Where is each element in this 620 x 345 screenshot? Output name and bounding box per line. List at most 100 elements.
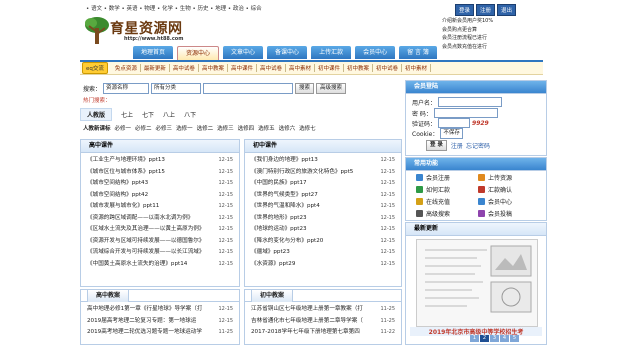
module-link[interactable]: 选修二 <box>197 124 214 132</box>
list-item[interactable]: 《地球的运动》ppt23 12-15 <box>251 224 395 236</box>
captcha-image[interactable]: 9929 <box>472 120 489 127</box>
list-item[interactable]: 《中国黄土高原水土流失的治理》ppt14 12-15 <box>87 259 233 271</box>
list-item-title[interactable]: 江苏省铜山区七年级地理上册第一章教案（打 <box>251 304 363 316</box>
list-item[interactable]: 《我们身边的地理》ppt13 12-15 <box>251 155 395 167</box>
logout-top-button[interactable]: 退出 <box>497 4 517 16</box>
list-item-title[interactable]: 《城市区位与城市体系》ppt15 <box>87 167 165 179</box>
grade-tab[interactable]: 八下 <box>184 110 196 119</box>
list-item[interactable]: 《工业生产与地理环境》ppt13 12-15 <box>87 155 233 167</box>
func-advanced-search[interactable]: 高级搜索 <box>416 209 478 218</box>
func-payment-confirm[interactable]: 汇款确认 <box>478 185 540 194</box>
module-link[interactable]: 选修一 <box>176 124 193 132</box>
list-item[interactable]: 江苏省铜山区七年级地理上册第一章教案（打 11-25 <box>251 304 395 316</box>
login-top-button[interactable]: 登录 <box>455 4 475 16</box>
list-item[interactable]: 2019高考地理二轮优选习题专题一地球运动学 11-25 <box>87 327 233 339</box>
captcha-field[interactable] <box>438 118 471 128</box>
nav-tab-geography-home[interactable]: 地理首页 <box>133 46 174 59</box>
page-button[interactable]: 1 <box>470 335 479 342</box>
edition-tab[interactable]: 人教版 <box>80 108 113 121</box>
func-upload[interactable]: 上传资源 <box>478 173 540 182</box>
panel-tab-title[interactable]: 初中教案 <box>251 289 294 302</box>
list-item[interactable]: 《中国的民族》ppt17 12-15 <box>251 178 395 190</box>
subnav-item[interactable]: 高中课件 <box>228 64 257 72</box>
list-item-title[interactable]: 《水资源》ppt29 <box>251 259 295 271</box>
module-link[interactable]: 选修六 <box>279 124 296 132</box>
subnav-item[interactable]: 初中素材 <box>402 64 432 72</box>
search-button[interactable]: 搜索 <box>295 83 315 94</box>
password-field[interactable] <box>433 108 498 118</box>
list-item[interactable]: 《降水的变化与分布》ppt20 12-15 <box>251 236 395 248</box>
list-item-title[interactable]: 《世界的地形》ppt23 <box>251 213 307 225</box>
page-button[interactable]: 5 <box>510 335 519 342</box>
list-item-title[interactable]: 2017-2018学年七年级下册地理第七章第四 <box>251 327 360 339</box>
list-item[interactable]: 2017-2018学年七年级下册地理第七章第四 11-22 <box>251 327 395 339</box>
list-item-title[interactable]: 《资源的跨区域调配——以南水北调为例》 <box>87 213 193 225</box>
register-top-button[interactable]: 注册 <box>476 4 496 16</box>
subnav-item[interactable]: 免点资源 <box>112 64 141 72</box>
forgot-password-link[interactable]: 忘记密码 <box>466 141 490 150</box>
subnav-item[interactable]: 高中素材 <box>286 64 315 72</box>
func-register[interactable]: 会员注册 <box>416 173 478 182</box>
advanced-search-button[interactable]: 高级搜索 <box>316 83 347 94</box>
list-item[interactable]: 《城市空间结构》ppt42 12-15 <box>87 190 233 202</box>
list-item-title[interactable]: 2019届高考地理二轮复习专题：第一地球运 <box>87 316 196 328</box>
panel-tab-title[interactable]: 高中教案 <box>87 289 130 302</box>
subnav-item[interactable]: 高中试卷 <box>257 64 286 72</box>
list-item[interactable]: 《城市发展与城市化》ppt11 12-15 <box>87 201 233 213</box>
subnav-item[interactable]: 初中教案 <box>344 64 374 72</box>
nav-tab-upload[interactable]: 上传汇款 <box>311 46 352 59</box>
list-item-title[interactable]: 吉林省通化市七年级地理上册第二章导学案（ <box>251 316 363 328</box>
news-item[interactable]: 介绍新会员用户奖10% <box>442 17 542 26</box>
module-link[interactable]: 必修三 <box>156 124 173 132</box>
list-item[interactable]: 吉林省通化市七年级地理上册第二章导学案（ 11-25 <box>251 316 395 328</box>
list-item-title[interactable]: 《世界的气温和降水》ppt4 <box>251 201 320 213</box>
list-item[interactable]: 《世界的地形》ppt23 12-15 <box>251 213 395 225</box>
subnav-item[interactable]: 高中试卷 <box>170 64 199 72</box>
list-item-title[interactable]: 《城市空间结构》ppt43 <box>87 178 148 190</box>
subnav-item[interactable]: 初中课件 <box>315 64 345 72</box>
module-link[interactable]: 选修四 <box>238 124 255 132</box>
edition-new-label[interactable]: 人教新课标 <box>83 124 111 132</box>
username-field[interactable] <box>438 97 503 107</box>
subnav-item[interactable]: 初中试卷 <box>373 64 403 72</box>
list-item-title[interactable]: 《降水的变化与分布》ppt20 <box>251 236 323 248</box>
search-input[interactable] <box>203 83 294 94</box>
site-logo[interactable]: 育星资源网 http://www.ht88.com <box>84 14 204 48</box>
module-link[interactable]: 必修二 <box>135 124 152 132</box>
nav-tab-articles[interactable]: 文章中心 <box>223 46 264 59</box>
list-item-title[interactable]: 《疆域》ppt23 <box>251 247 290 259</box>
list-item[interactable]: 《资源的跨区域调配——以南水北调为例》 12-15 <box>87 213 233 225</box>
list-item[interactable]: 《流域综合开发与可持续发展——以长江流域》 12-15 <box>87 247 233 259</box>
grade-tab[interactable]: 七上 <box>121 110 133 119</box>
list-item[interactable]: 《城市空间结构》ppt43 12-15 <box>87 178 233 190</box>
nav-tab-guestbook[interactable]: 留 言 簿 <box>399 46 437 59</box>
list-item[interactable]: 《世界的气温和降水》ppt4 12-15 <box>251 201 395 213</box>
page-button[interactable]: 2 <box>480 335 489 342</box>
list-item-title[interactable]: 《世界的气候类型》ppt27 <box>251 190 318 202</box>
module-link[interactable]: 选修五 <box>258 124 275 132</box>
eye-exchange-button[interactable]: eq交流 <box>82 62 108 74</box>
list-item-title[interactable]: 《我们身边的地理》ppt13 <box>251 155 318 167</box>
login-button[interactable]: 登 录 <box>426 140 447 151</box>
list-item[interactable]: 高中地理必修1第一章《行星地球》导学案（打 12-15 <box>87 304 233 316</box>
list-item-title[interactable]: 高中地理必修1第一章《行星地球》导学案（打 <box>87 304 202 316</box>
func-submit[interactable]: 会员投稿 <box>478 209 540 218</box>
list-item-title[interactable]: 《中国的民族》ppt17 <box>251 178 307 190</box>
list-item[interactable]: 《澳门特别行政区的旅游文化特色》ppt5 12-15 <box>251 167 395 179</box>
func-member-center[interactable]: 会员中心 <box>478 197 540 206</box>
search-field-select[interactable]: 资源名称 <box>103 83 150 94</box>
subnav-item[interactable]: 最新更新 <box>141 64 170 72</box>
list-item[interactable]: 《资源开发与区域可持续发展——以德国鲁尔》 12-15 <box>87 236 233 248</box>
grade-tab[interactable]: 八上 <box>163 110 175 119</box>
list-item-title[interactable]: 《中国黄土高原水土流失的治理》ppt14 <box>87 259 187 271</box>
list-item-title[interactable]: 《流域综合开发与可持续发展——以长江流域》 <box>87 247 204 259</box>
news-item[interactable]: 会员购点更合算 <box>442 26 542 35</box>
list-item-title[interactable]: 《地球的运动》ppt23 <box>251 224 307 236</box>
exam-document-thumbnail[interactable] <box>416 239 538 327</box>
list-item-title[interactable]: 2019高考地理二轮优选习题专题一地球运动学 <box>87 327 202 339</box>
subject-links[interactable]: • 语文 • 数学 • 英语 • 物理 • 化学 • 生物 • 历史 • 地理 … <box>86 4 262 12</box>
page-button[interactable]: 4 <box>500 335 509 342</box>
module-link[interactable]: 选修三 <box>217 124 234 132</box>
news-item[interactable]: 会员注册流程已进行 <box>442 34 542 43</box>
module-link[interactable]: 选修七 <box>299 124 316 132</box>
